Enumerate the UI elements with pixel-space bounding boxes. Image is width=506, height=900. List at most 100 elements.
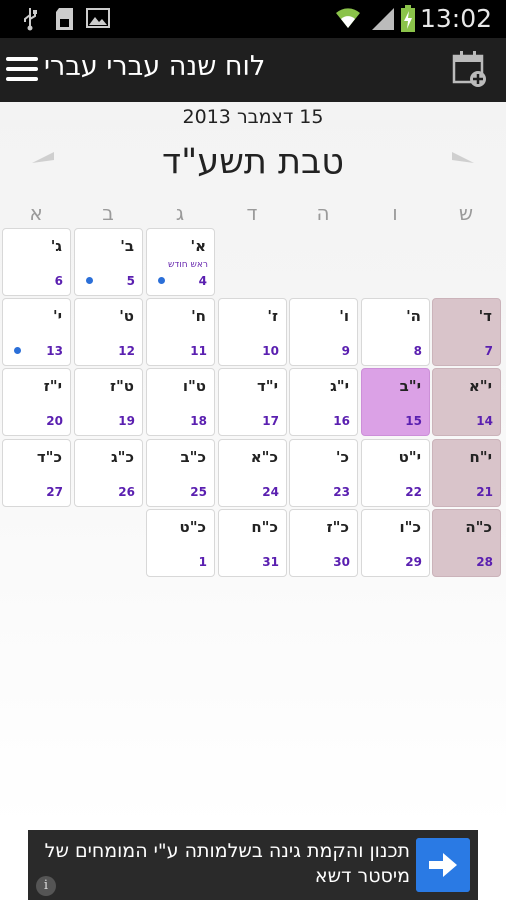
gregorian-day-number: 27 <box>46 485 63 499</box>
day-cell[interactable]: י"ג 16 <box>289 368 358 436</box>
hebrew-day-label: י"ז <box>43 377 62 395</box>
action-bar: לוח שנה עברי עברי <box>0 38 506 102</box>
hebrew-day-label: ו' <box>339 307 349 325</box>
gregorian-day-number: 8 <box>413 344 422 358</box>
hebrew-day-label: י"ח <box>469 448 492 466</box>
weekday-label: ד <box>246 201 258 225</box>
hebrew-day-label: ד' <box>478 307 492 325</box>
hebrew-day-label: ט"ו <box>182 377 206 395</box>
hebrew-day-label: כ"ה <box>465 518 492 536</box>
day-cell[interactable]: ב' 5 <box>74 228 143 296</box>
day-cell[interactable]: א' ראש חודש 4 <box>146 228 215 296</box>
gregorian-day-number: 18 <box>190 414 207 428</box>
gregorian-day-number: 28 <box>476 555 493 569</box>
event-dot-icon <box>86 277 93 284</box>
day-cell[interactable]: ז' 10 <box>218 298 287 366</box>
gregorian-day-number: 25 <box>190 485 207 499</box>
day-cell[interactable]: ט"ו 18 <box>146 368 215 436</box>
hebrew-day-label: כ"ז <box>326 518 349 536</box>
image-icon <box>86 8 110 28</box>
day-cell[interactable]: ו' 9 <box>289 298 358 366</box>
gregorian-day-number: 14 <box>476 414 493 428</box>
day-cell[interactable]: ח' 11 <box>146 298 215 366</box>
day-cell[interactable]: כ"ו 29 <box>361 509 430 577</box>
hebrew-day-label: כ"א <box>250 448 278 466</box>
arrow-right-icon[interactable] <box>416 838 470 892</box>
event-dot-icon <box>158 277 165 284</box>
hebrew-day-label: י"ד <box>256 377 278 395</box>
gregorian-day-number: 11 <box>190 344 207 358</box>
battery-icon <box>401 5 415 32</box>
gregorian-day-number: 21 <box>476 485 493 499</box>
sd-card-icon <box>56 8 73 30</box>
day-cell[interactable]: ט"ז 19 <box>74 368 143 436</box>
gregorian-day-number: 24 <box>262 485 279 499</box>
wifi-icon <box>336 8 360 28</box>
gregorian-day-number: 1 <box>198 555 207 569</box>
hebrew-day-label: ז' <box>267 307 278 325</box>
day-cell[interactable]: כ"ז 30 <box>289 509 358 577</box>
day-cell[interactable]: כ"ב 25 <box>146 439 215 507</box>
gregorian-day-number: 15 <box>405 414 422 428</box>
weekday-label: ג <box>175 201 185 225</box>
day-cell[interactable]: י"ח 21 <box>432 439 501 507</box>
hebrew-day-label: ח' <box>191 307 206 325</box>
calendar-add-icon[interactable] <box>452 50 488 88</box>
clock: 13:02 <box>419 4 492 33</box>
hebrew-day-label: כ' <box>335 448 349 466</box>
day-cell[interactable]: י"ד 17 <box>218 368 287 436</box>
weekday-label: ש <box>458 201 474 225</box>
gregorian-day-number: 26 <box>118 485 135 499</box>
event-note: ראש חודש <box>168 260 208 270</box>
gregorian-day-number: 13 <box>46 344 63 358</box>
gregorian-day-number: 7 <box>484 344 493 358</box>
hebrew-day-label: י"ב <box>399 377 421 395</box>
hebrew-day-label: כ"ג <box>110 448 134 466</box>
next-month-arrow-icon[interactable] <box>450 150 476 176</box>
hebrew-day-label: א' <box>190 237 206 255</box>
gregorian-day-number: 22 <box>405 485 422 499</box>
signal-icon <box>372 8 394 30</box>
hebrew-month-title: טבת תשע"ד <box>162 142 344 182</box>
info-icon[interactable]: i <box>36 876 56 896</box>
day-cell[interactable]: כ"א 24 <box>218 439 287 507</box>
gregorian-day-number: 19 <box>118 414 135 428</box>
day-cell[interactable]: י"ב 15 <box>361 368 430 436</box>
hebrew-day-label: כ"ד <box>36 448 62 466</box>
day-cell[interactable]: י"א 14 <box>432 368 501 436</box>
hebrew-day-label: י"ג <box>330 377 349 395</box>
hebrew-day-label: כ"ח <box>251 518 278 536</box>
day-cell[interactable]: כ"ג 26 <box>74 439 143 507</box>
hebrew-day-label: י"א <box>468 377 492 395</box>
gregorian-day-number: 16 <box>333 414 350 428</box>
gregorian-date: 15 דצמבר 2013 <box>182 106 324 128</box>
event-dot-icon <box>14 347 21 354</box>
gregorian-day-number: 29 <box>405 555 422 569</box>
day-cell[interactable]: כ"ט 1 <box>146 509 215 577</box>
hamburger-icon[interactable] <box>6 57 38 81</box>
hebrew-day-label: ט"ז <box>109 377 134 395</box>
day-cell[interactable]: י"ט 22 <box>361 439 430 507</box>
day-cell[interactable]: כ"ה 28 <box>432 509 501 577</box>
day-cell[interactable]: י"ז 20 <box>2 368 71 436</box>
gregorian-day-number: 20 <box>46 414 63 428</box>
weekday-label: א <box>29 201 43 225</box>
day-cell[interactable]: כ"ד 27 <box>2 439 71 507</box>
day-cell[interactable]: ד' 7 <box>432 298 501 366</box>
day-cell[interactable]: ט' 12 <box>74 298 143 366</box>
day-cell[interactable]: ה' 8 <box>361 298 430 366</box>
gregorian-day-number: 6 <box>54 274 63 288</box>
gregorian-day-number: 31 <box>262 555 279 569</box>
day-cell[interactable]: כ"ח 31 <box>218 509 287 577</box>
gregorian-day-number: 17 <box>262 414 279 428</box>
ad-banner[interactable]: תכנון והקמת גינה בשלמותה ע"י המומחים של … <box>28 830 478 900</box>
day-cell[interactable]: ג' 6 <box>2 228 71 296</box>
day-cell[interactable]: כ' 23 <box>289 439 358 507</box>
usb-icon <box>24 8 37 31</box>
gregorian-day-number: 4 <box>198 274 207 288</box>
ad-text[interactable]: תכנון והקמת גינה בשלמותה ע"י המומחים של … <box>40 839 410 889</box>
gregorian-day-number: 9 <box>341 344 350 358</box>
hebrew-day-label: י"ט <box>398 448 421 466</box>
hebrew-day-label: כ"ט <box>179 518 207 536</box>
day-cell[interactable]: י' 13 <box>2 298 71 366</box>
